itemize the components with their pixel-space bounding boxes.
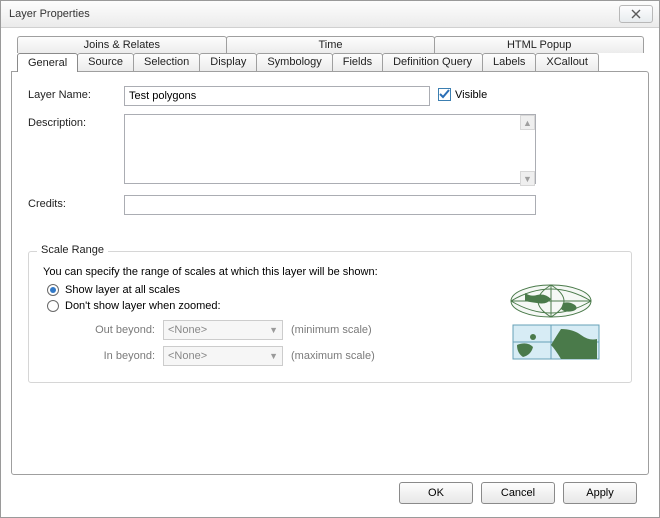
visible-label: Visible xyxy=(455,89,487,101)
tab-source[interactable]: Source xyxy=(77,53,134,71)
in-beyond-value: <None> xyxy=(168,350,207,362)
chevron-down-icon: ▼ xyxy=(269,325,278,335)
tab-xcallout[interactable]: XCallout xyxy=(535,53,599,71)
tab-labels[interactable]: Labels xyxy=(482,53,536,71)
in-beyond-label: In beyond: xyxy=(71,350,155,362)
out-beyond-label: Out beyond: xyxy=(71,324,155,336)
description-textarea[interactable] xyxy=(124,114,536,184)
scale-range-group: Scale Range You can specify the range of… xyxy=(28,251,632,383)
tab-display[interactable]: Display xyxy=(199,53,257,71)
out-beyond-combo[interactable]: <None> ▼ xyxy=(163,320,283,340)
titlebar: Layer Properties xyxy=(1,1,659,28)
tab-general[interactable]: General xyxy=(17,53,78,72)
credits-label: Credits: xyxy=(28,195,124,210)
check-icon xyxy=(439,89,450,100)
scale-illustration xyxy=(491,283,611,364)
chevron-down-icon: ▼ xyxy=(269,351,278,361)
dialog-footer: OK Cancel Apply xyxy=(11,475,649,511)
out-beyond-value: <None> xyxy=(168,324,207,336)
in-beyond-combo[interactable]: <None> ▼ xyxy=(163,346,283,366)
in-beyond-hint: (maximum scale) xyxy=(291,350,375,362)
window-title: Layer Properties xyxy=(9,8,90,20)
radio-show-all-label: Show layer at all scales xyxy=(65,284,180,296)
tab-time[interactable]: Time xyxy=(226,36,436,53)
visible-checkbox[interactable] xyxy=(438,88,451,101)
layer-name-label: Layer Name: xyxy=(28,86,124,101)
credits-input[interactable] xyxy=(124,195,536,215)
scroll-up-icon[interactable]: ▲ xyxy=(520,115,535,130)
close-icon xyxy=(631,9,641,19)
cancel-button[interactable]: Cancel xyxy=(481,482,555,504)
tab-selection[interactable]: Selection xyxy=(133,53,200,71)
tab-definition-query[interactable]: Definition Query xyxy=(382,53,483,71)
layer-name-input[interactable] xyxy=(124,86,430,106)
out-beyond-hint: (minimum scale) xyxy=(291,324,372,336)
scale-range-intro: You can specify the range of scales at w… xyxy=(43,266,617,278)
dialog-window: Layer Properties Joins & Relates Time HT… xyxy=(0,0,660,518)
tab-panel-general: Layer Name: Visible Description: ▲ ▼ xyxy=(11,71,649,475)
tab-fields[interactable]: Fields xyxy=(332,53,383,71)
tabs: Joins & Relates Time HTML Popup General … xyxy=(11,36,649,71)
radio-dont-show[interactable] xyxy=(47,300,59,312)
close-button[interactable] xyxy=(619,5,653,23)
scroll-down-icon[interactable]: ▼ xyxy=(520,171,535,186)
scale-range-title: Scale Range xyxy=(37,244,108,256)
apply-button[interactable]: Apply xyxy=(563,482,637,504)
radio-dont-show-label: Don't show layer when zoomed: xyxy=(65,300,221,312)
tab-joins-relates[interactable]: Joins & Relates xyxy=(17,36,227,53)
description-label: Description: xyxy=(28,114,124,129)
tab-html-popup[interactable]: HTML Popup xyxy=(434,36,644,53)
tab-symbology[interactable]: Symbology xyxy=(256,53,332,71)
ok-button[interactable]: OK xyxy=(399,482,473,504)
radio-show-all[interactable] xyxy=(47,284,59,296)
